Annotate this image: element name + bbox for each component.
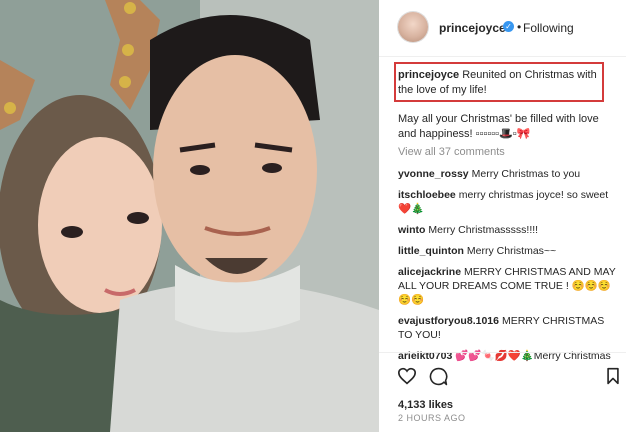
comment-item: little_quinton Merry Christmas~~ [398, 244, 616, 258]
caption-username[interactable]: princejoyce [398, 69, 459, 81]
comment-username[interactable]: alicejackrine [398, 266, 461, 278]
username-link[interactable]: princejoyce [439, 21, 506, 35]
avatar[interactable] [398, 12, 428, 42]
comment-text: Merry Christmasssss!!!! [428, 224, 539, 236]
post-side-panel: princejoyce ✓ • Following princejoyce Re… [379, 0, 626, 432]
comment-item: winto Merry Christmasssss!!!! [398, 223, 616, 237]
view-all-comments-link[interactable]: View all 37 comments [398, 146, 505, 158]
following-button[interactable]: Following [523, 21, 574, 35]
comment-username[interactable]: little_quinton [398, 245, 464, 257]
post-timestamp: 2 HOURS AGO [398, 413, 466, 423]
comment-username[interactable]: itschloebee [398, 189, 456, 201]
caption-wish-text: May all your Christmas' be filled with l… [398, 113, 599, 140]
comment-list: yvonne_rossy Merry Christmas to you itsch… [398, 167, 616, 370]
post-header: princejoyce ✓ • Following [379, 0, 626, 57]
likes-count[interactable]: 4,133 likes [398, 399, 453, 411]
bookmark-icon[interactable] [606, 367, 620, 385]
comment-item: yvonne_rossy Merry Christmas to you [398, 167, 616, 181]
comment-username[interactable]: winto [398, 224, 425, 236]
caption: princejoyce Reunited on Christmas with t… [398, 68, 610, 98]
comment-text: Merry Christmas to you [471, 168, 581, 180]
comment-username[interactable]: evajustforyou8.1016 [398, 315, 499, 327]
verified-badge-icon: ✓ [503, 21, 514, 32]
comment-text: Merry Christmas~~ [466, 245, 557, 257]
post-actions: 4,133 likes 2 HOURS AGO [379, 352, 626, 423]
post-photo[interactable] [0, 0, 379, 432]
separator: • [517, 20, 522, 34]
comment-item: alicejackrine MERRY CHRISTMAS AND MAY ALL… [398, 265, 616, 307]
comment-icon[interactable] [429, 367, 448, 386]
instagram-post: princejoyce ✓ • Following princejoyce Re… [0, 0, 626, 432]
comment-username[interactable]: yvonne_rossy [398, 168, 469, 180]
comment-item: itschloebee merry christmas joyce! so swe… [398, 188, 616, 216]
couple-selfie-image [0, 0, 379, 432]
heart-icon[interactable] [397, 367, 417, 385]
comment-item: evajustforyou8.1016 MERRY CHRISTMAS TO YO… [398, 314, 616, 342]
